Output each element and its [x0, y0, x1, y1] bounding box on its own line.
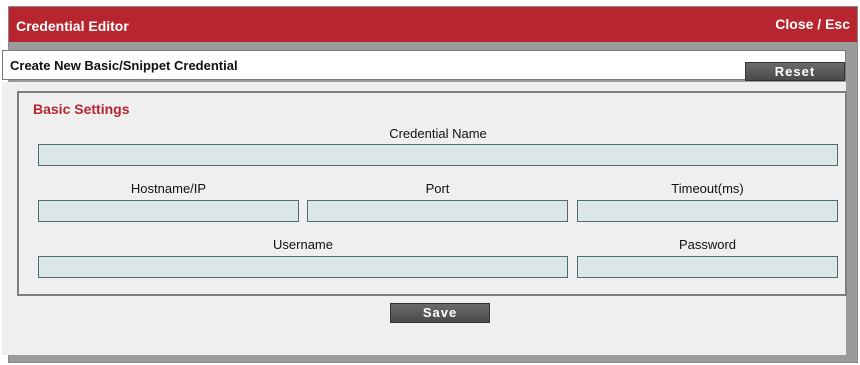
username-field[interactable]: [38, 256, 568, 278]
port-label: Port: [425, 181, 450, 196]
credential-name-field[interactable]: [38, 144, 838, 166]
hostname-field[interactable]: [38, 200, 299, 222]
timeout-label: Timeout(ms): [671, 181, 744, 196]
password-field[interactable]: [577, 256, 838, 278]
basic-settings-legend: Basic Settings: [33, 101, 130, 117]
editor-subtitle: Create New Basic/Snippet Credential: [10, 58, 238, 73]
credential-name-label: Credential Name: [389, 126, 487, 141]
port-field[interactable]: [307, 200, 568, 222]
editor-subheader: Create New Basic/Snippet Credential: [2, 50, 846, 80]
hostname-label: Hostname/IP: [130, 181, 207, 196]
window-title: Credential Editor: [16, 18, 129, 34]
close-button[interactable]: Close / Esc: [775, 16, 850, 32]
timeout-field[interactable]: [577, 200, 838, 222]
password-label: Password: [678, 237, 737, 252]
title-bar: Credential Editor Close / Esc: [9, 7, 857, 42]
save-button[interactable]: Save: [390, 303, 490, 323]
username-label: Username: [273, 237, 333, 252]
reset-button[interactable]: Reset: [745, 62, 845, 81]
